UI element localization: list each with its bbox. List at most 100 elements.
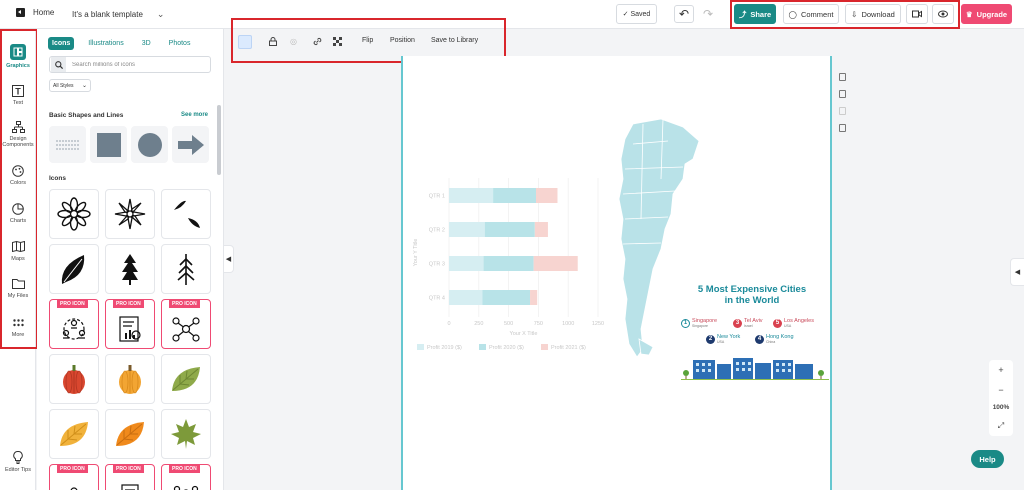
search-icon[interactable] [51, 57, 66, 72]
tab-icons[interactable]: Icons [48, 37, 75, 50]
rail-label: More [11, 332, 25, 338]
flower-icon [57, 197, 91, 231]
zoom-in-button[interactable]: + [998, 365, 1003, 375]
icon-tile-pro[interactable]: PRO ICON [105, 464, 155, 490]
pro-badge: PRO ICON [113, 465, 144, 473]
rail-item-text[interactable]: T Text [0, 84, 36, 106]
page-copy-icon[interactable] [839, 124, 846, 132]
zoom-out-button[interactable]: − [998, 385, 1003, 395]
city-country: China [766, 340, 776, 344]
collapse-panel-button[interactable]: ◀ [224, 245, 234, 273]
flip-button[interactable]: Flip [362, 37, 373, 44]
icon-tile[interactable] [105, 244, 155, 294]
bar-segment [534, 222, 548, 237]
city-item: 5 Los Angeles USA [773, 318, 814, 328]
shape-circle-tile[interactable] [131, 126, 168, 163]
pro-badge: PRO ICON [169, 300, 200, 308]
lightbulb-icon [12, 451, 25, 464]
city-country: USA [717, 340, 725, 344]
bar-segment [530, 290, 538, 305]
zoom-level[interactable]: 100% [993, 404, 1010, 411]
left-rail: Graphics T Text Design Components Colors… [0, 29, 36, 490]
video-button[interactable] [906, 4, 928, 24]
back-arrow-icon [16, 8, 25, 17]
shape-lines-tile[interactable] [49, 126, 86, 163]
rail-item-graphics[interactable]: Graphics [0, 44, 36, 69]
search-input[interactable] [72, 61, 202, 68]
style-filter-dropdown[interactable]: All Styles ⌄ [49, 79, 91, 92]
share-button[interactable]: ⤴ Share [734, 4, 776, 24]
position-button[interactable]: Position [390, 37, 415, 44]
icon-tile[interactable] [105, 354, 155, 404]
icon-tile[interactable] [161, 189, 211, 239]
icon-tile[interactable] [161, 244, 211, 294]
rail-item-design-components[interactable]: Design Components [0, 120, 36, 148]
hierarchy-icon [11, 120, 25, 133]
icon-tile-pro[interactable]: PRO ICON [49, 464, 99, 490]
rail-label: Design Components [2, 136, 34, 149]
comment-button[interactable]: ◯ Comment [783, 4, 839, 24]
comment-icon: ◯ [788, 9, 797, 19]
icon-tile[interactable] [161, 409, 211, 459]
icon-tile-pro[interactable]: PRO ICON [161, 464, 211, 490]
page-duplicate-icon[interactable] [839, 90, 846, 98]
rail-item-my-files[interactable]: My Files [0, 277, 36, 299]
page-add-icon[interactable] [839, 73, 846, 81]
infographic-title-line1: 5 Most Expensive Cities [697, 284, 807, 295]
x-tick-label: 750 [534, 321, 543, 327]
tab-photos[interactable]: Photos [165, 37, 195, 50]
comment-label: Comment [800, 9, 834, 19]
legend-label: Profit 2020 ($) [489, 345, 524, 351]
undo-icon[interactable]: ↶ [674, 5, 694, 23]
rail-item-more[interactable]: More [0, 316, 36, 338]
bar-segment [536, 188, 558, 203]
folder-icon [11, 277, 25, 290]
save-to-library-button[interactable]: Save to Library [431, 37, 478, 44]
rail-item-colors[interactable]: Colors [0, 164, 36, 186]
template-title-dropdown[interactable]: It's a blank template ⌄ [72, 9, 164, 20]
rail-item-maps[interactable]: Maps [0, 240, 36, 262]
see-more-link[interactable]: See more [181, 112, 208, 118]
icon-tile-pro[interactable]: PRO ICON [49, 299, 99, 349]
icon-tile[interactable] [49, 244, 99, 294]
transparency-grid-icon[interactable] [333, 37, 342, 48]
icon-tile[interactable] [49, 189, 99, 239]
network-nodes-icon [172, 317, 200, 342]
tab-illustrations[interactable]: Illustrations [84, 37, 127, 50]
icon-tile[interactable] [105, 189, 155, 239]
redo-icon[interactable]: ↷ [698, 5, 718, 23]
lock-icon[interactable] [269, 37, 277, 48]
fill-color-swatch[interactable] [238, 35, 252, 49]
link-icon[interactable] [313, 37, 322, 48]
download-button[interactable]: ⇩ Download [845, 4, 901, 24]
rail-item-charts[interactable]: Charts [0, 202, 36, 224]
opacity-icon[interactable]: ◎ [290, 37, 297, 46]
bar-chart[interactable]: 0 250 500 750 1000 1250 QTR 1 QTR 2 QTR 3 QTR 4 Yo… [403, 56, 633, 366]
rail-item-editor-tips[interactable]: Editor Tips [0, 451, 36, 473]
icon-tile-pro[interactable]: PRO ICON [161, 299, 211, 349]
icon-tile[interactable] [161, 354, 211, 404]
text-icon: T [12, 84, 25, 97]
design-canvas[interactable]: 0 250 500 750 1000 1250 QTR 1 QTR 2 QTR 3 QTR 4 Yo… [401, 56, 832, 490]
panel-scrollbar[interactable] [217, 105, 221, 175]
city-rank: 2 [706, 334, 715, 344]
element-toolbar: ◎ Flip Position Save to Library [233, 32, 503, 52]
tab-3d[interactable]: 3D [138, 37, 155, 50]
shape-square-tile[interactable] [90, 126, 127, 163]
bar-segment [482, 290, 531, 305]
fit-to-screen-icon[interactable]: ⤢ [998, 421, 1004, 431]
home-button[interactable]: Home [16, 8, 54, 17]
rail-label: Graphics [6, 63, 30, 69]
icon-tile[interactable] [49, 354, 99, 404]
expand-right-panel-button[interactable]: ◀ [1010, 258, 1024, 286]
preview-button[interactable] [932, 4, 954, 24]
upgrade-button[interactable]: ♛ Upgrade [961, 4, 1012, 24]
shape-arrow-tile[interactable] [172, 126, 209, 163]
page-delete-icon[interactable] [839, 107, 846, 115]
saved-status[interactable]: ✓ Saved [616, 4, 657, 24]
maple-leaf-icon [171, 419, 201, 449]
icon-tile-pro[interactable]: PRO ICON [105, 299, 155, 349]
icon-tile[interactable] [49, 409, 99, 459]
icon-tile[interactable] [105, 409, 155, 459]
help-button[interactable]: Help [971, 450, 1004, 468]
